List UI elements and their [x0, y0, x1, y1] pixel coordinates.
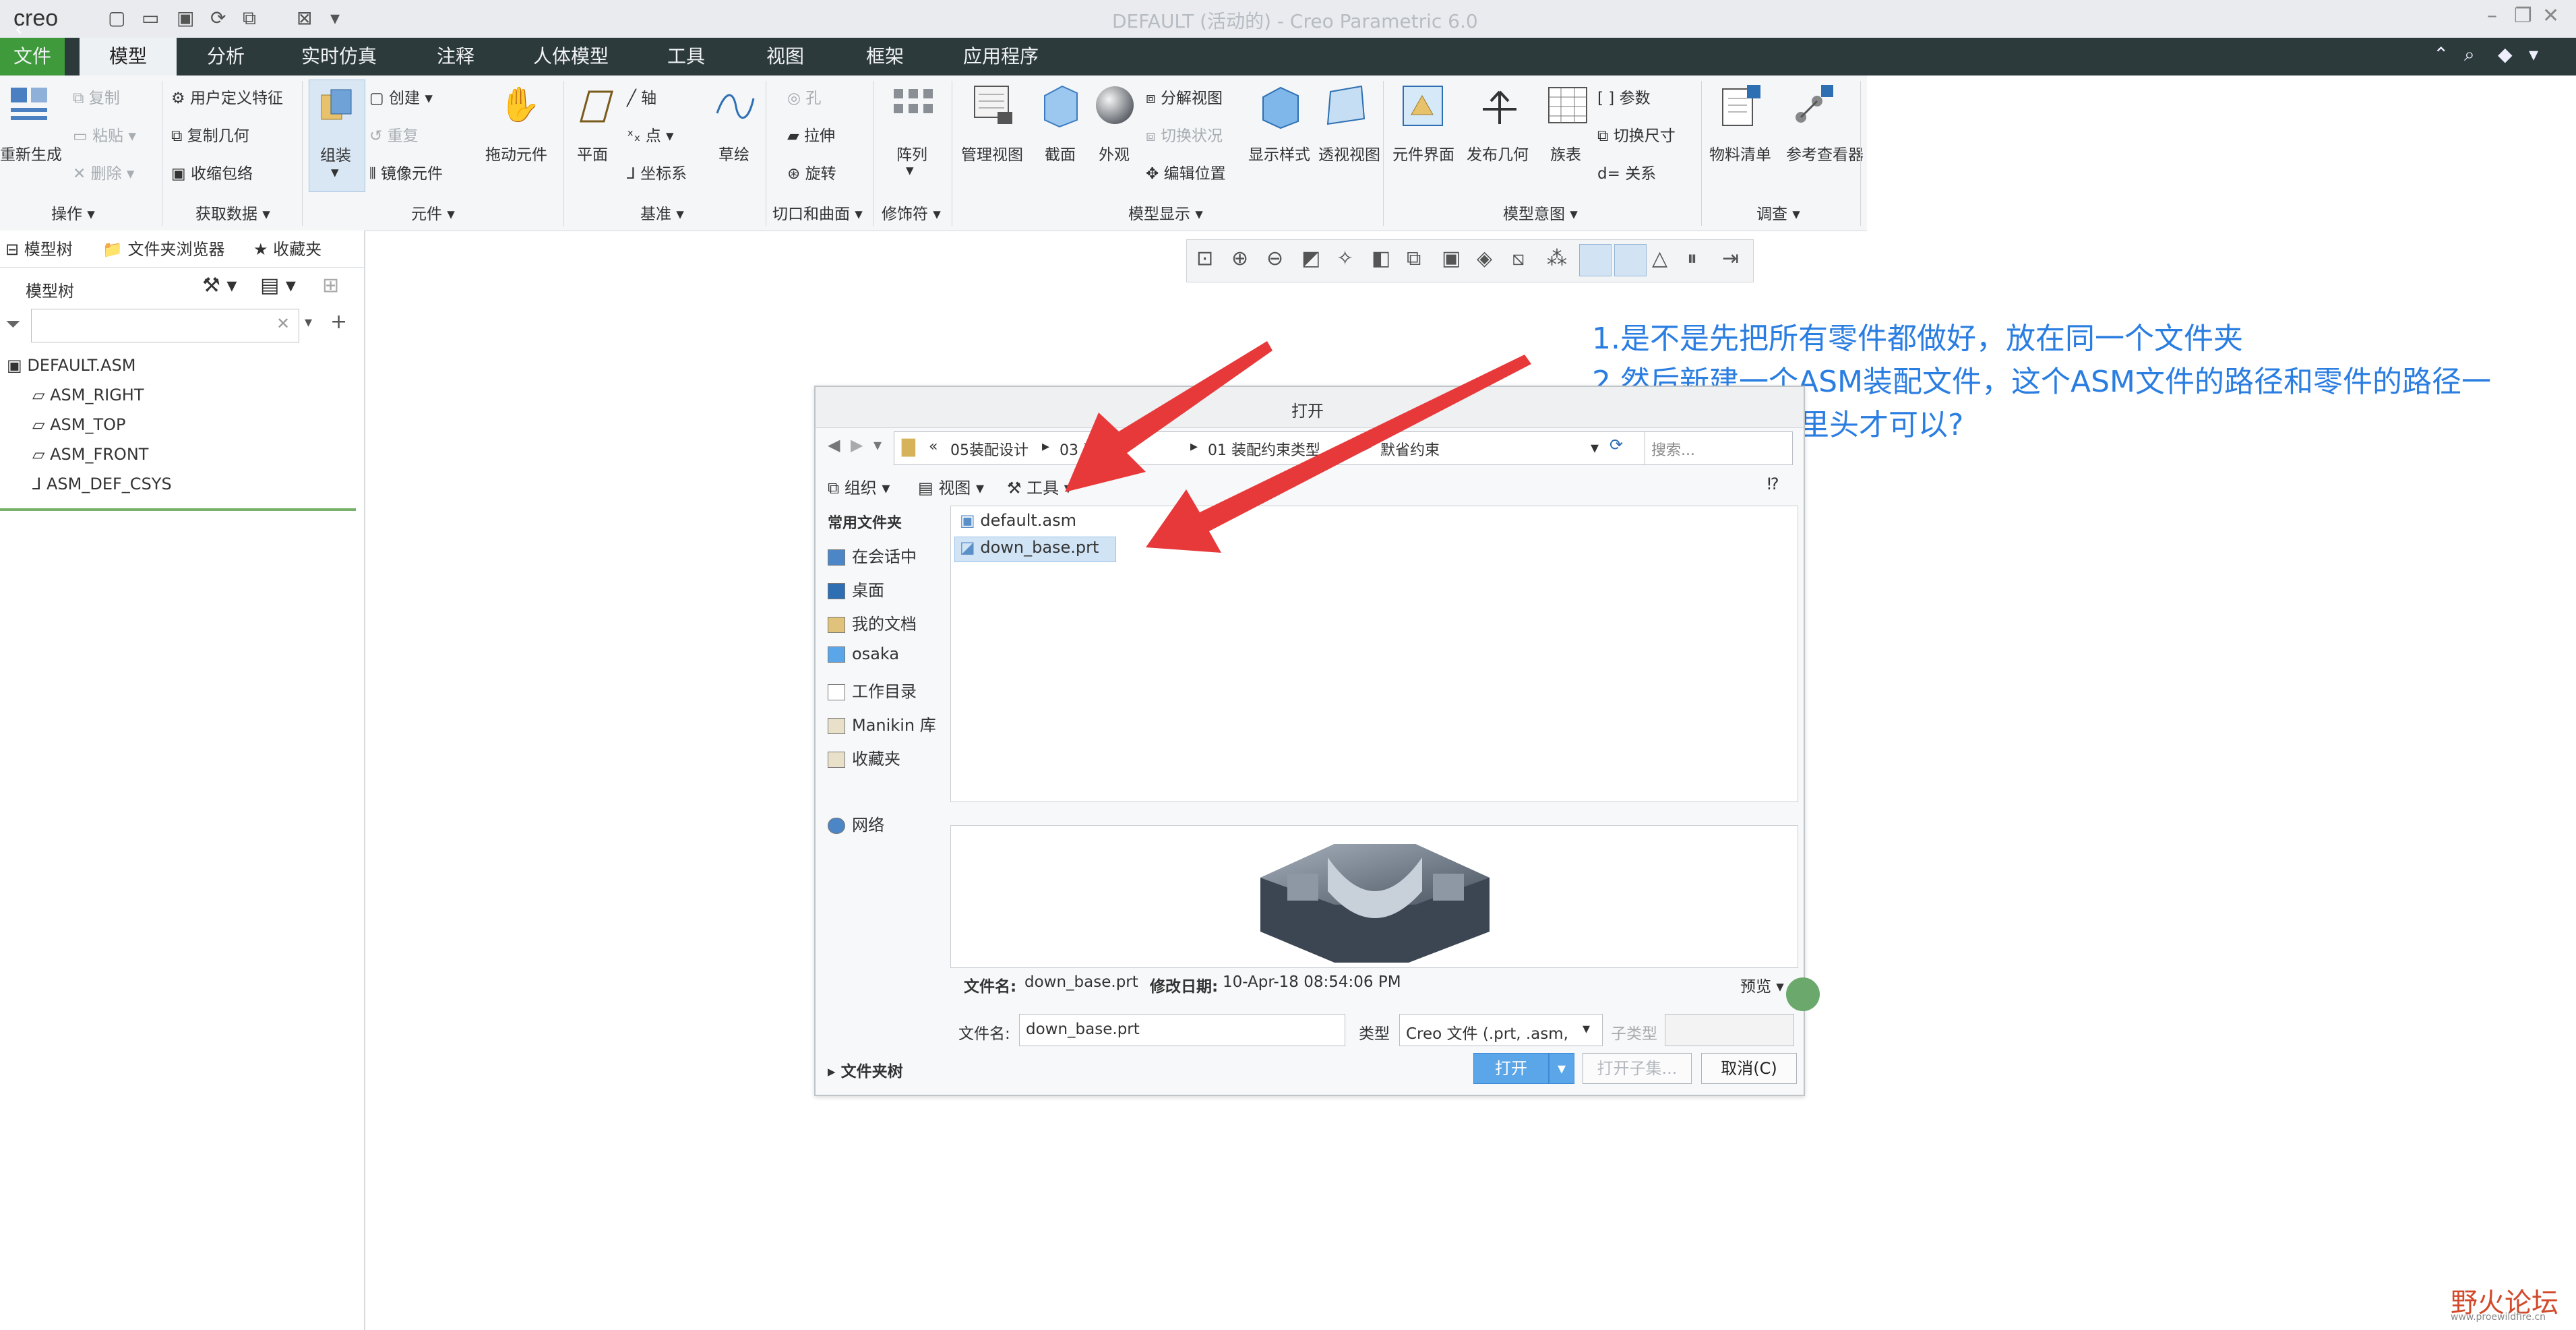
- red-arrow-icon: [1065, 341, 1272, 492]
- annotation-arrows: [1065, 341, 1531, 553]
- watermark-url: www.proewildfire.cn: [2451, 1312, 2546, 1323]
